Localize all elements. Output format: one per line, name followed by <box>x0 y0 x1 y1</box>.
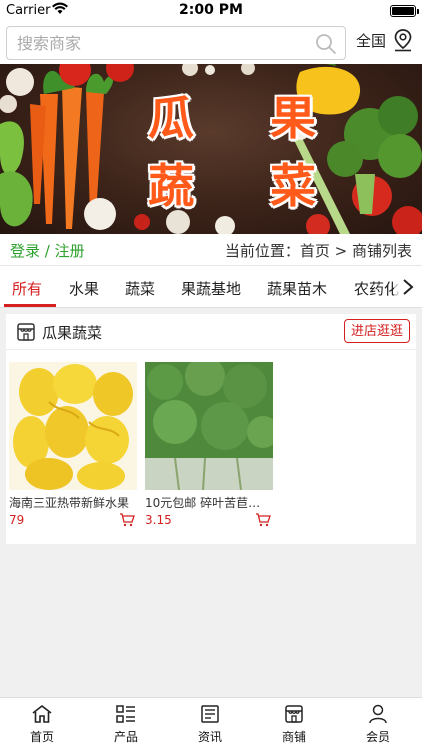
banner-title-line1: 瓜 果 <box>148 91 347 145</box>
shop-name[interactable]: 瓜果蔬菜 <box>42 322 102 343</box>
category-tabs: 所有 水果 蔬菜 果蔬基地 蔬果苗木 农药化 <box>0 266 422 308</box>
tabbar-label: 产品 <box>113 730 138 744</box>
tabbar-item-member[interactable]: 会员 <box>336 704 420 745</box>
battery-icon <box>390 5 419 17</box>
tabbar-label: 会员 <box>365 730 390 744</box>
product-image-endive-seeds[interactable] <box>145 362 273 490</box>
banner-title-line2: 蔬 菜 <box>148 159 347 213</box>
auth-breadcrumb-row: 登录 / 注册 当前位置：首页 > 商铺列表 <box>0 234 422 266</box>
tab-all[interactable]: 所有 <box>12 278 42 299</box>
product-card[interactable]: 10元包邮 碎叶苦苣种子 3.15 <box>145 362 273 529</box>
status-bar: Carrier 2:00 PM <box>0 0 422 22</box>
region-label: 全国 <box>356 32 387 50</box>
tabbar-label: 首页 <box>29 730 54 744</box>
tab-vegetables[interactable]: 蔬菜 <box>125 278 155 299</box>
location-pin-icon <box>394 29 412 52</box>
auth-separator: / <box>40 242 55 260</box>
active-tab-underline <box>4 304 56 307</box>
mushroom-image <box>182 64 198 76</box>
product-card[interactable]: 海南三亚热带新鲜水果 79 <box>9 362 137 529</box>
tabs-scroll-right[interactable] <box>394 266 422 307</box>
tabbar-item-shops[interactable]: 商铺 <box>252 704 336 745</box>
login-link[interactable]: 登录 <box>10 242 40 260</box>
cart-icon[interactable] <box>119 513 135 527</box>
search-icon[interactable] <box>315 33 337 55</box>
tab-fruit[interactable]: 水果 <box>69 278 99 299</box>
tabbar-label: 资讯 <box>197 730 222 744</box>
tabbar-item-products[interactable]: 产品 <box>84 704 168 745</box>
banner[interactable]: 瓜 果 蔬 菜 <box>0 64 422 234</box>
tab-pesticides[interactable]: 农药化 <box>354 278 399 299</box>
cart-icon[interactable] <box>255 513 271 527</box>
breadcrumb: 当前位置：首页 > 商铺列表 <box>224 242 412 260</box>
search-row: 全国 <box>0 22 422 64</box>
register-link[interactable]: 注册 <box>55 242 85 260</box>
visit-shop-button[interactable]: 进店逛逛 <box>343 319 410 343</box>
tab-produce-base[interactable]: 果蔬基地 <box>181 278 241 299</box>
shop-icon <box>285 705 303 723</box>
grid-list-icon <box>116 705 135 723</box>
home-icon <box>32 704 52 723</box>
shop-header: 瓜果蔬菜 进店逛逛 <box>6 314 416 350</box>
shop-card: 瓜果蔬菜 进店逛逛 海南三亚热带新鲜水果 79 10元包邮 碎叶苦苣种子 3.1… <box>6 314 416 544</box>
clock-time: 2:00 PM <box>179 2 243 18</box>
chevron-right-icon <box>403 279 414 295</box>
search-input[interactable] <box>7 27 307 59</box>
region-selector[interactable]: 全国 <box>356 29 412 52</box>
product-name: 10元包邮 碎叶苦苣种子 <box>145 496 271 510</box>
product-image-jackfruit[interactable] <box>9 362 137 490</box>
tab-seedlings[interactable]: 蔬果苗木 <box>267 278 327 299</box>
product-price: 3.15 <box>145 513 172 527</box>
bottom-tab-bar: 首页 产品 资讯 商铺 会员 <box>0 697 422 750</box>
product-price: 79 <box>9 513 25 527</box>
user-icon <box>369 704 387 724</box>
tabbar-label: 商铺 <box>281 730 306 744</box>
product-price-row: 3.15 <box>145 513 273 529</box>
tabbar-item-news[interactable]: 资讯 <box>168 704 252 745</box>
tabbar-item-home[interactable]: 首页 <box>0 704 84 745</box>
search-box <box>6 26 346 60</box>
news-icon <box>201 705 219 723</box>
product-name: 海南三亚热带新鲜水果 <box>9 496 130 510</box>
auth-links: 登录 / 注册 <box>10 240 85 261</box>
storefront-icon <box>17 323 35 341</box>
product-price-row: 79 <box>9 513 137 529</box>
